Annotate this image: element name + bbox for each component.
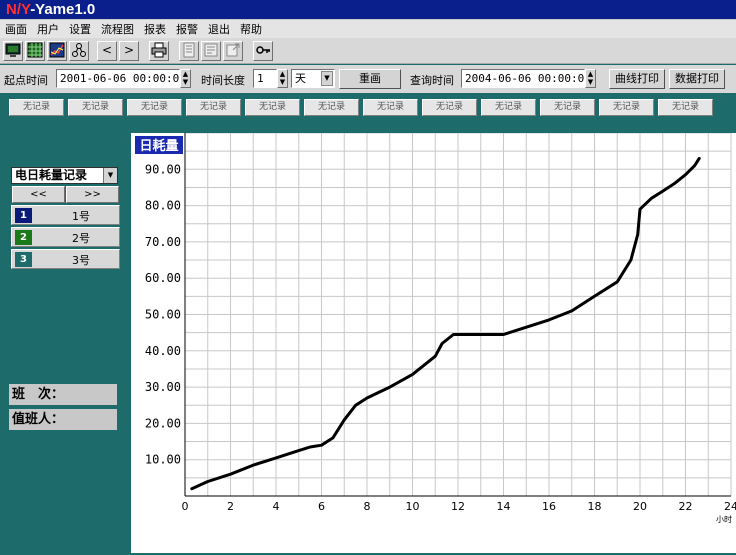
start-time-field[interactable]: 2001-06-06 00:00:00 <box>56 69 180 88</box>
duration-spinner[interactable]: ▲ ▼ <box>277 69 288 88</box>
export-icon[interactable] <box>223 41 243 61</box>
data-print-button[interactable]: 数据打印 <box>669 69 725 89</box>
x-tick-label: 14 <box>497 500 511 513</box>
series-name: 2号 <box>72 232 90 245</box>
record-slot[interactable]: 无记录 <box>363 99 418 116</box>
menu-item-user[interactable]: 用户 <box>32 20 64 37</box>
y-tick-label: 20.00 <box>145 416 181 430</box>
duration-unit-value: 天 <box>295 72 306 85</box>
record-slot[interactable]: 无记录 <box>540 99 595 116</box>
x-tick-label: 4 <box>273 500 280 513</box>
network-icon[interactable] <box>69 41 89 61</box>
x-tick-label: 16 <box>542 500 556 513</box>
x-tick-label: 0 <box>182 500 189 513</box>
chart-panel: 日耗量 10.00 20.00 30.00 40.00 50.00 60.00 70.00 80… <box>131 132 736 553</box>
consumption-chart: 日耗量10.0020.0030.0040.0050.0060.0070.0080… <box>131 132 736 553</box>
x-tick-label: 12 <box>451 500 465 513</box>
y-tick-label: 10.00 <box>145 453 181 467</box>
series-line <box>190 156 701 491</box>
x-tick-label: 10 <box>406 500 420 513</box>
record-slot[interactable]: 无记录 <box>658 99 713 116</box>
record-slot[interactable]: 无记录 <box>304 99 359 116</box>
duration-field[interactable]: 1 <box>253 69 277 88</box>
chart-title: 日耗量 <box>139 138 178 154</box>
record-slot[interactable]: 无记录 <box>599 99 654 116</box>
y-tick-label: 40.00 <box>145 344 181 358</box>
y-tick-label: 30.00 <box>145 380 181 394</box>
menu-item-alarm[interactable]: 报警 <box>171 20 203 37</box>
report-icon[interactable] <box>179 41 199 61</box>
grid-table-icon[interactable] <box>25 41 45 61</box>
y-tick-label: 90.00 <box>145 162 181 176</box>
record-strip: 无记录 无记录 无记录 无记录 无记录 无记录 无记录 无记录 无记录 无记录 … <box>0 93 736 124</box>
next-page-button[interactable]: >> <box>66 186 119 203</box>
series-swatch: 3 <box>15 252 32 267</box>
series-row-2[interactable]: 2 2号 <box>11 227 120 247</box>
y-tick-label: 70.00 <box>145 235 181 249</box>
title-bar: N/Y-Yame1.0 <box>0 0 736 20</box>
series-row-1[interactable]: 1 1号 <box>11 205 120 225</box>
menu-item-flowchart[interactable]: 流程图 <box>96 20 139 37</box>
document-icon[interactable] <box>201 41 221 61</box>
x-tick-label: 18 <box>588 500 602 513</box>
key-icon[interactable] <box>253 41 273 61</box>
x-tick-label: 24 <box>724 500 736 513</box>
chevron-left-icon[interactable]: < <box>97 41 117 61</box>
chevron-down-icon: ▼ <box>103 168 117 183</box>
record-slot[interactable]: 无记录 <box>9 99 64 116</box>
x-tick-label: 8 <box>364 500 371 513</box>
series-name: 1号 <box>72 210 90 223</box>
chevron-right-icon[interactable]: > <box>119 41 139 61</box>
series-swatch: 2 <box>15 230 32 245</box>
duration-unit-select[interactable]: 天 ▼ <box>291 69 335 88</box>
menu-item-screen[interactable]: 画面 <box>0 20 32 37</box>
chevron-down-icon: ▼ <box>321 71 333 86</box>
menu-item-exit[interactable]: 退出 <box>203 20 235 37</box>
record-slot[interactable]: 无记录 <box>422 99 477 116</box>
query-time-label: 查询时间 <box>410 74 454 87</box>
record-slot[interactable]: 无记录 <box>186 99 241 116</box>
record-slot[interactable]: 无记录 <box>481 99 536 116</box>
duty-person-label: 值班人： <box>9 409 117 430</box>
start-time-label: 起点时间 <box>4 74 48 87</box>
redraw-button[interactable]: 重画 <box>339 69 401 89</box>
record-slot[interactable]: 无记录 <box>68 99 123 116</box>
toolbar: < > <box>0 38 736 64</box>
record-slot[interactable]: 无记录 <box>127 99 182 116</box>
series-name: 3号 <box>72 254 90 267</box>
prev-page-button[interactable]: << <box>12 186 65 203</box>
monitor-icon[interactable] <box>3 41 23 61</box>
app-title: N/Y-Yame1.0 <box>6 1 96 18</box>
x-tick-label: 22 <box>679 500 693 513</box>
record-slot[interactable]: 无记录 <box>245 99 300 116</box>
menu-item-help[interactable]: 帮助 <box>235 20 267 37</box>
query-bar: 起点时间 2001-06-06 00:00:00 ▲ ▼ 时间长度 1 ▲ ▼ 天 … <box>0 65 736 93</box>
x-tick-label: 6 <box>318 500 325 513</box>
x-tick-label: 2 <box>227 500 234 513</box>
y-tick-label: 50.00 <box>145 308 181 322</box>
shift-label: 班 次： <box>9 384 117 405</box>
record-type-value: 电日耗量记录 <box>15 168 88 182</box>
x-tick-label: 20 <box>633 500 647 513</box>
y-tick-label: 80.00 <box>145 199 181 213</box>
start-time-spinner[interactable]: ▲ ▼ <box>180 69 191 88</box>
series-row-3[interactable]: 3 3号 <box>11 249 120 269</box>
menu-bar: 画面 用户 设置 流程图 报表 报警 退出 帮助 <box>0 20 736 38</box>
trend-chart-icon[interactable] <box>47 41 67 61</box>
series-swatch: 1 <box>15 208 32 223</box>
menu-item-report[interactable]: 报表 <box>139 20 171 37</box>
query-time-field[interactable]: 2004-06-06 00:00:00 <box>461 69 585 88</box>
record-type-select[interactable]: 电日耗量记录 ▼ <box>11 167 118 184</box>
query-time-spinner[interactable]: ▲ ▼ <box>585 69 596 88</box>
curve-print-button[interactable]: 曲线打印 <box>609 69 665 89</box>
y-tick-label: 60.00 <box>145 271 181 285</box>
menu-item-settings[interactable]: 设置 <box>64 20 96 37</box>
printer-icon[interactable] <box>149 41 169 61</box>
duration-label: 时间长度 <box>201 74 245 87</box>
x-axis-label: 小时 <box>716 514 732 524</box>
